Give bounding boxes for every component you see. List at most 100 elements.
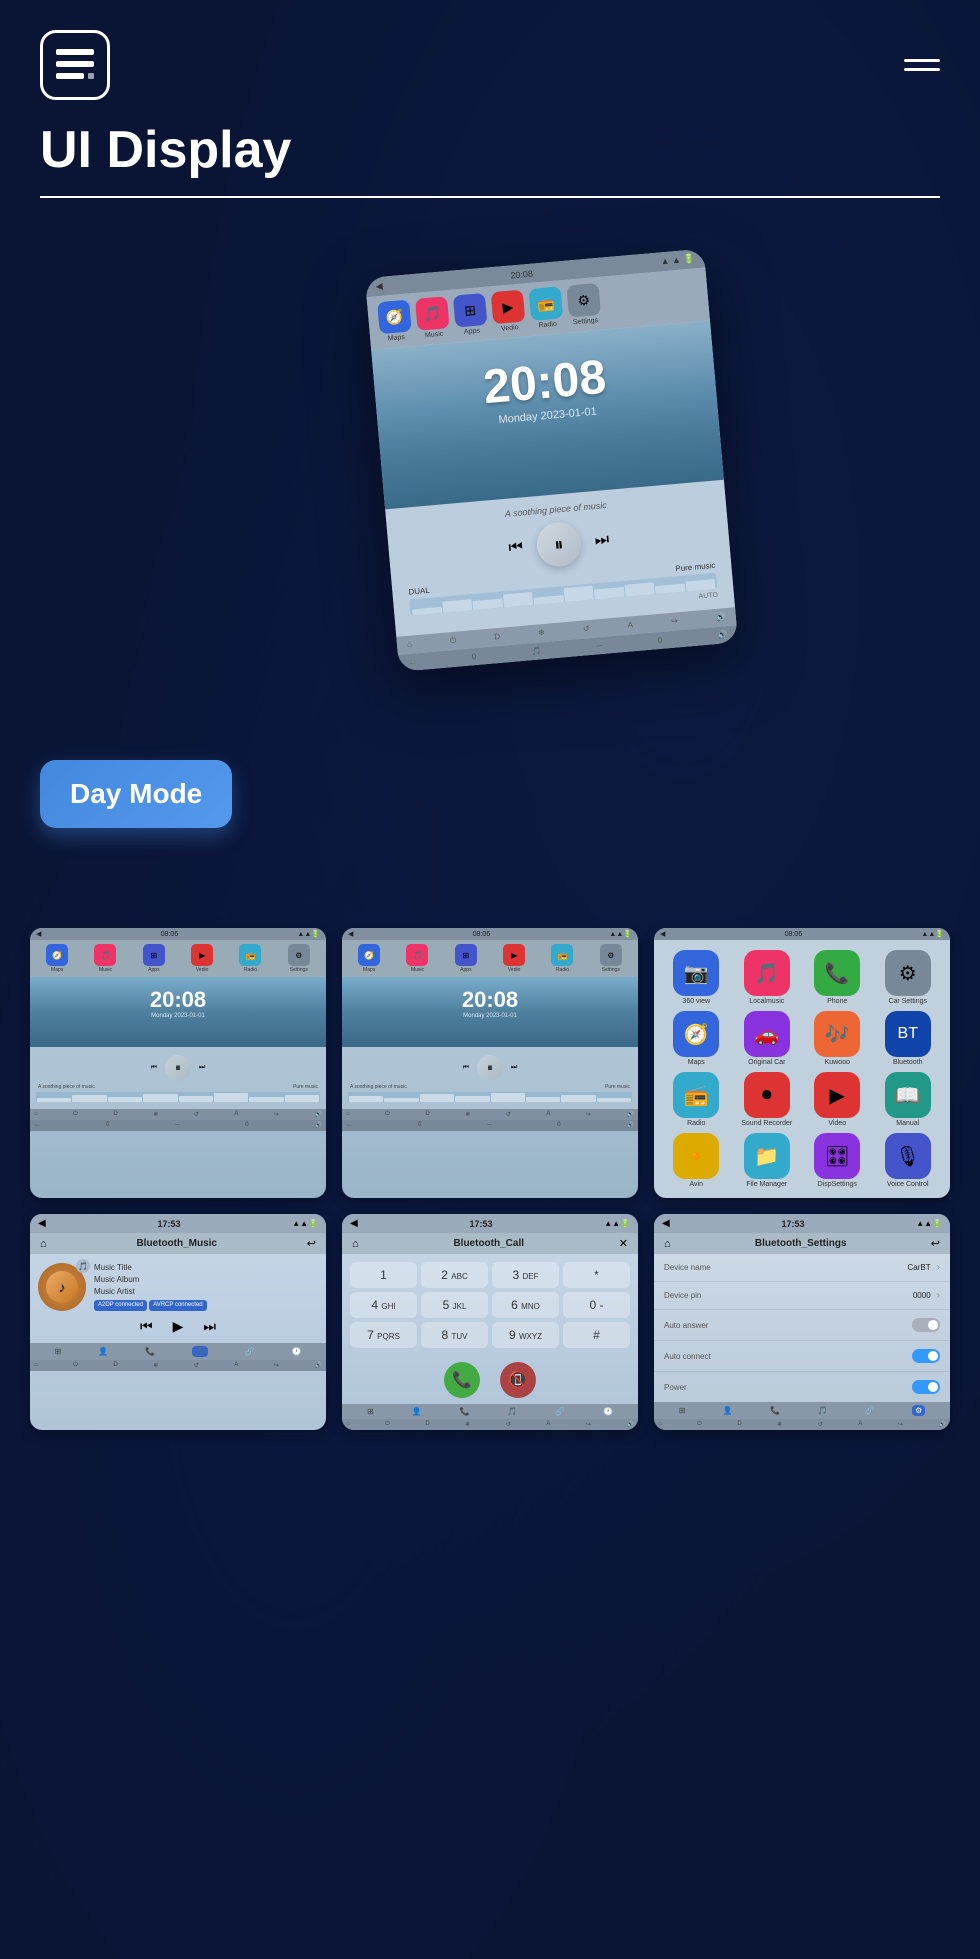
end-call-button[interactable]: 📵 — [500, 1362, 536, 1398]
app-voice-control-label: Voice Control — [887, 1181, 929, 1188]
card2-play[interactable]: ⏸ — [477, 1055, 503, 1081]
nav-person-icon: 👤 — [98, 1347, 108, 1356]
bt-call-home: ⌂ — [352, 1238, 359, 1250]
auto-answer-toggle[interactable] — [912, 1318, 940, 1332]
page-header: UI Display — [0, 0, 980, 248]
bt-badge-a2dp: A2DP connected — [94, 1300, 147, 1311]
dial-6[interactable]: 6 MNO — [492, 1292, 559, 1318]
app-original-car[interactable]: 🚗 Original Car — [735, 1011, 800, 1066]
play-pause-button[interactable]: ⏸ — [535, 521, 583, 569]
nav-vedio: ▶ Vedio — [491, 290, 526, 334]
card2-nav: 🧭Maps 🎵Music ⊞Apps ▶Vedio 📻Radio ⚙Settin… — [342, 940, 638, 977]
bt-call-nav-bottom: ⊞ 👤 📞 🎵 🔗 🕐 — [342, 1404, 638, 1419]
app-radio[interactable]: 📻 Radio — [664, 1072, 729, 1127]
nav-settings: ⚙ Settings — [566, 283, 601, 327]
app-360view-label: 360 view — [682, 998, 710, 1005]
call-button[interactable]: 📞 — [444, 1362, 480, 1398]
app-localmusic[interactable]: 🎵 Localmusic — [735, 950, 800, 1005]
nav-music-label: Music — [425, 331, 444, 340]
bt-call-icons: ▲▲🔋 — [604, 1219, 630, 1228]
app-sound-recorder[interactable]: ⏺ Sound Recorder — [735, 1072, 800, 1127]
card1-next[interactable]: ⏭ — [199, 1064, 205, 1072]
bt-music-header: ◀ 17:53 ▲▲🔋 — [30, 1214, 326, 1233]
hamburger-menu[interactable] — [904, 59, 940, 71]
dial-5[interactable]: 5 JKL — [421, 1292, 488, 1318]
card2-next[interactable]: ⏭ — [511, 1064, 517, 1072]
manual-icon: 📖 — [885, 1072, 931, 1118]
hero-section: ◀ 20:08 ▲ ▲ 🔋 🧭 Maps 🎵 Music ⊞ Apps ▶ Ve… — [0, 248, 980, 888]
bt-music-close: ↩ — [307, 1237, 316, 1250]
apps-grid-card: ◀ 08:06 ▲▲🔋 📷 360 view 🎵 Localmusic 📞 Ph… — [654, 928, 950, 1198]
card1-nav: 🧭Maps 🎵Music ⊞Apps ▶Vedio 📻Radio ⚙Settin… — [30, 940, 326, 977]
app-manual[interactable]: 📖 Manual — [876, 1072, 941, 1127]
app-kuwooo-label: Kuwooo — [825, 1059, 850, 1066]
dial-star[interactable]: * — [563, 1262, 630, 1288]
nav-settings-label: Settings — [573, 317, 599, 326]
dial-hash[interactable]: # — [563, 1322, 630, 1348]
localmusic-icon: 🎵 — [744, 950, 790, 996]
nav-clock-icon-2: 🕐 — [603, 1407, 613, 1416]
app-sound-recorder-label: Sound Recorder — [741, 1120, 792, 1127]
app-video-label: Video — [828, 1120, 846, 1127]
app-car-settings-label: Car Settings — [888, 998, 927, 1005]
radio-icon: 📻 — [529, 286, 564, 321]
dial-3[interactable]: 3 DEF — [492, 1262, 559, 1288]
app-kuwooo[interactable]: 🎶 Kuwooo — [805, 1011, 870, 1066]
card2-prev[interactable]: ⏮ — [463, 1064, 469, 1072]
device-name-label: Device name — [664, 1263, 711, 1272]
day-mode-badge: Day Mode — [40, 760, 232, 828]
bt-call-bottom: ⌂⏻D❄↺A↪🔊 — [342, 1419, 638, 1430]
power-label: Power — [664, 1383, 687, 1392]
voice-control-icon: 🎙 — [885, 1133, 931, 1179]
app-localmusic-label: Localmusic — [749, 998, 784, 1005]
app-file-manager[interactable]: 📁 File Manager — [735, 1133, 800, 1188]
app-voice-control[interactable]: 🎙 Voice Control — [876, 1133, 941, 1188]
bt-prev-button[interactable]: ⏮ — [140, 1318, 153, 1335]
bt-badge-avrcp: AVRCP connected — [149, 1300, 206, 1311]
card1-bottom: ⌂⏻D❄↺A↪🔊 — [30, 1109, 326, 1120]
prev-icon[interactable]: ⏮ — [508, 539, 524, 558]
dial-1[interactable]: 1 — [350, 1262, 417, 1288]
dial-2[interactable]: 2 ABC — [421, 1262, 488, 1288]
card1-play[interactable]: ⏸ — [165, 1055, 191, 1081]
device-pin-label: Device pin — [664, 1291, 701, 1300]
app-car-settings[interactable]: ⚙ Car Settings — [876, 950, 941, 1005]
nav-maps: 🧭 Maps — [377, 300, 412, 344]
nav-grid-icon: ⊞ — [54, 1347, 61, 1356]
app-file-manager-label: File Manager — [746, 1181, 787, 1188]
card2-music: ⏮ ⏸ ⏭ A soothing piece of music Pure mus… — [342, 1047, 638, 1109]
dial-8[interactable]: 8 TUV — [421, 1322, 488, 1348]
app-video[interactable]: ▶ Video — [805, 1072, 870, 1127]
nav-music-bottom-icon-3: 🎵 — [817, 1406, 827, 1415]
nav-apps: ⊞ Apps — [453, 293, 488, 337]
app-360view[interactable]: 📷 360 view — [664, 950, 729, 1005]
next-icon[interactable]: ⏭ — [594, 531, 610, 550]
nav-music: 🎵 Music — [415, 296, 450, 340]
app-disp-settings[interactable]: 🎛 DispSettings — [805, 1133, 870, 1188]
app-bluetooth[interactable]: BT Bluetooth — [876, 1011, 941, 1066]
settings-row-auto-connect: Auto connect — [654, 1341, 950, 1372]
app-phone[interactable]: 📞 Phone — [805, 950, 870, 1005]
card1-prev[interactable]: ⏮ — [151, 1064, 157, 1072]
device-pin-value: 0000 — [913, 1291, 931, 1300]
header-divider — [40, 196, 940, 198]
auto-connect-toggle[interactable] — [912, 1349, 940, 1363]
power-toggle[interactable] — [912, 1380, 940, 1394]
dial-7[interactable]: 7 PQRS — [350, 1322, 417, 1348]
avin-icon: 🔸 — [673, 1133, 719, 1179]
bt-next-button[interactable]: ⏭ — [203, 1318, 216, 1335]
dial-4[interactable]: 4 GHI — [350, 1292, 417, 1318]
maps-app-icon: 🧭 — [673, 1011, 719, 1057]
nav-radio-label: Radio — [538, 321, 557, 330]
radio-app-icon: 📻 — [673, 1072, 719, 1118]
dial-0dash[interactable]: 0 - — [563, 1292, 630, 1318]
app-maps[interactable]: 🧭 Maps — [664, 1011, 729, 1066]
nav-person-icon-3: 👤 — [723, 1406, 733, 1415]
card2-status: ◀ 08:06 ▲▲🔋 — [342, 928, 638, 940]
app-avin[interactable]: 🔸 Avin — [664, 1133, 729, 1188]
dial-9[interactable]: 9 WXYZ — [492, 1322, 559, 1348]
bt-settings-card: ◀ 17:53 ▲▲🔋 ⌂ Bluetooth_Settings ↩ Devic… — [654, 1214, 950, 1430]
device-name-value: CarBT — [908, 1263, 931, 1272]
bt-settings-back: ◀ — [662, 1218, 670, 1229]
bt-play-button[interactable]: ▶ — [173, 1318, 184, 1335]
